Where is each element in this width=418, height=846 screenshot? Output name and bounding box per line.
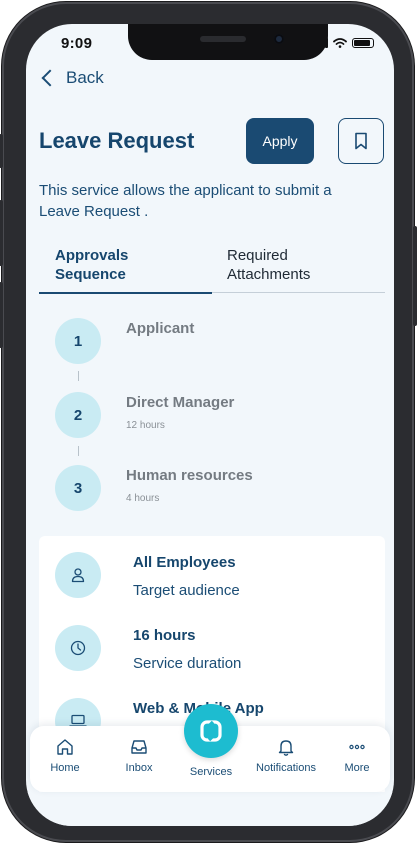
step-title: Direct Manager — [126, 394, 235, 411]
speaker — [200, 36, 246, 42]
tab-required-attachments[interactable]: Required Attachments — [227, 246, 357, 284]
apply-button[interactable]: Apply — [246, 118, 314, 164]
nav-home[interactable]: Home — [30, 736, 100, 774]
step-number: 1 — [55, 318, 101, 364]
back-button[interactable]: Back — [40, 68, 104, 88]
tab-bar: Approvals Sequence Required Attachments — [39, 246, 385, 294]
approval-step: 3 Human resources 4 hours — [55, 465, 355, 513]
nav-label-services[interactable]: Services — [176, 766, 246, 778]
phone-frame: 9:09 Back Leave Request Apply This servi… — [0, 2, 417, 842]
step-number: 2 — [55, 392, 101, 438]
info-subtitle: Target audience — [133, 582, 240, 599]
page-title: Leave Request — [39, 128, 195, 153]
nav-inbox[interactable]: Inbox — [104, 736, 174, 774]
screen: 9:09 Back Leave Request Apply This servi… — [26, 24, 394, 826]
services-button[interactable] — [184, 704, 238, 758]
step-connector — [78, 371, 79, 381]
info-row: 16 hours Service duration — [55, 625, 375, 675]
info-row: All Employees Target audience — [55, 552, 375, 602]
home-icon — [30, 736, 100, 758]
nav-notifications[interactable]: Notifications — [248, 736, 324, 774]
nav-more[interactable]: More — [322, 736, 392, 774]
person-icon — [55, 552, 101, 598]
power-button — [413, 226, 417, 326]
mute-switch — [0, 134, 3, 168]
home-indicator-area — [26, 792, 394, 826]
step-connector — [78, 446, 79, 456]
chevron-left-icon — [41, 69, 59, 87]
step-title: Applicant — [126, 320, 195, 337]
back-label: Back — [66, 68, 104, 87]
nav-label: Inbox — [125, 762, 153, 774]
nav-label: More — [344, 762, 370, 774]
volume-up-button — [0, 200, 3, 266]
info-subtitle: Service duration — [133, 655, 242, 672]
inbox-icon — [104, 736, 174, 758]
services-icon — [200, 720, 222, 742]
active-tab-indicator — [39, 291, 212, 294]
bookmark-button[interactable] — [338, 118, 384, 164]
step-title: Human resources — [126, 467, 253, 484]
bell-icon — [248, 736, 324, 758]
notch — [128, 24, 328, 60]
step-number: 3 — [55, 465, 101, 511]
nav-label: Notifications — [256, 762, 316, 774]
more-icon — [322, 736, 392, 758]
step-duration: 4 hours — [126, 493, 160, 504]
battery-icon — [352, 38, 374, 48]
approval-step: 1 Applicant — [55, 318, 355, 366]
bookmark-icon — [355, 132, 367, 150]
clock-icon — [55, 625, 101, 671]
volume-down-button — [0, 282, 3, 348]
camera — [274, 34, 284, 44]
tab-approvals-sequence[interactable]: Approvals Sequence — [55, 246, 175, 284]
info-title: 16 hours — [133, 627, 196, 644]
approval-step: 2 Direct Manager 12 hours — [55, 392, 355, 440]
wifi-icon — [333, 38, 347, 48]
step-duration: 12 hours — [126, 420, 165, 431]
status-time: 9:09 — [61, 35, 93, 52]
service-description: This service allows the applicant to sub… — [39, 182, 332, 220]
nav-label: Home — [50, 762, 80, 774]
info-title: All Employees — [133, 554, 236, 571]
